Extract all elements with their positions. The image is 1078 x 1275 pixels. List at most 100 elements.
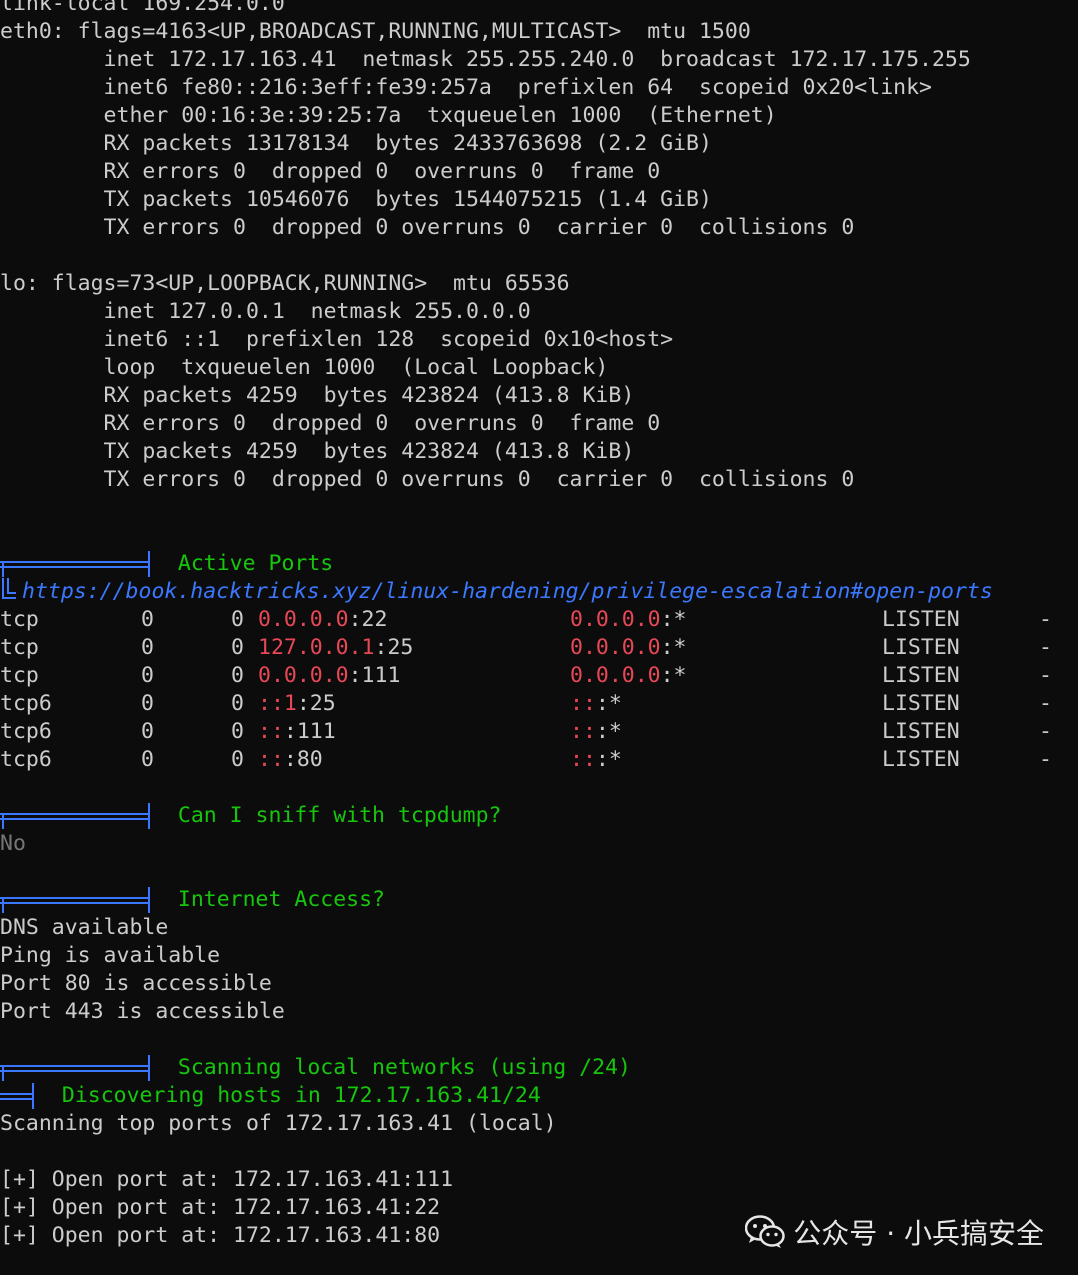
terminal-line: RX errors 0 dropped 0 overruns 0 frame 0 <box>0 411 661 436</box>
port-proto: tcp <box>0 635 39 660</box>
section-bar-icon <box>0 551 152 577</box>
terminal-line: ether 00:16:3e:39:25:7a txqueuelen 1000 … <box>0 103 777 128</box>
terminal-line: RX packets 13178134 bytes 2433763698 (2.… <box>0 131 712 156</box>
terminal-line: TX errors 0 dropped 0 overruns 0 carrier… <box>0 215 855 240</box>
port-pid: - <box>1039 607 1052 632</box>
terminal-line: RX errors 0 dropped 0 overruns 0 frame 0 <box>0 159 661 184</box>
terminal-line: Port 80 is accessible <box>0 971 272 996</box>
port-pid: - <box>1039 719 1052 744</box>
port-foreign-port: :* <box>660 635 687 660</box>
subsection-title: Discovering hosts in 172.17.163.41/24 <box>61 1083 541 1108</box>
port-local-host-addr: 0.0.0.0 <box>258 663 349 688</box>
port-row: tcp 0 0 0.0.0.0:22 0.0.0.0:* LISTEN - <box>0 606 1078 634</box>
port-local-port: :22 <box>348 607 388 632</box>
terminal-line: loop txqueuelen 1000 (Local Loopback) <box>0 355 609 380</box>
port-foreign-host: :::* <box>570 690 622 718</box>
port-row: tcp6 0 0:::80:::* LISTEN - <box>0 746 1078 774</box>
terminal-line: TX packets 10546076 bytes 1544075215 (1.… <box>0 187 712 212</box>
terminal-line: inet 172.17.163.41 netmask 255.255.240.0… <box>0 47 971 72</box>
watermark: 公众号 · 小兵搞安全 <box>745 1212 1044 1252</box>
hacktricks-link[interactable]: https://book.hacktricks.xyz/linux-harden… <box>22 579 993 604</box>
section-header-sniff: Can I sniff with tcpdump? <box>0 802 1078 830</box>
port-recvq: 0 <box>141 691 154 716</box>
port-proto: tcp <box>0 607 39 632</box>
port-sendq: 0 <box>231 691 244 716</box>
port-local-host: :::111 <box>258 718 336 746</box>
port-foreign-host: 0.0.0.0:* <box>570 606 687 634</box>
port-sendq: 0 <box>231 747 244 772</box>
subsection-bar-icon <box>0 1083 36 1109</box>
terminal-line: Ping is available <box>0 943 221 968</box>
port-sendq: 0 <box>231 719 244 744</box>
section-link-line: https://book.hacktricks.xyz/linux-harden… <box>0 578 1078 606</box>
port-local-port: :80 <box>283 747 323 772</box>
port-local-host: ::1:25 <box>258 690 336 718</box>
port-foreign-host: 0.0.0.0:* <box>570 634 687 662</box>
section-title: Can I sniff with tcpdump? <box>177 803 502 828</box>
terminal-line: inet6 ::1 prefixlen 128 scopeid 0x10<hos… <box>0 327 674 352</box>
terminal-line: inet6 fe80::216:3eff:fe39:257a prefixlen… <box>0 75 932 100</box>
terminal-line: eth0: flags=4163<UP,BROADCAST,RUNNING,MU… <box>0 19 751 44</box>
port-local-host: 0.0.0.0:111 <box>258 662 400 690</box>
port-local-host-addr: :: <box>258 747 284 772</box>
section-bar-icon <box>0 887 152 913</box>
port-foreign-port: :* <box>660 607 687 632</box>
port-local-host: 127.0.0.1:25 <box>258 634 413 662</box>
terminal-line: TX packets 4259 bytes 423824 (413.8 KiB) <box>0 439 635 464</box>
port-local-host-addr: :: <box>258 719 284 744</box>
port-foreign-port: :* <box>595 747 622 772</box>
port-recvq: 0 <box>141 747 154 772</box>
section-header-active-ports: Active Ports <box>0 550 1078 578</box>
port-foreign-host: 0.0.0.0:* <box>570 662 687 690</box>
port-pid: - <box>1039 663 1052 688</box>
port-row: tcp 0 0 127.0.0.1:25 0.0.0.0:* LISTEN - <box>0 634 1078 662</box>
section-bar-icon <box>0 803 152 829</box>
terminal-line: DNS available <box>0 915 169 940</box>
port-sendq: 0 <box>231 635 244 660</box>
port-foreign-host: :::* <box>570 746 622 774</box>
port-local-port: :25 <box>374 635 414 660</box>
port-local-port: :111 <box>348 663 401 688</box>
port-state: LISTEN <box>882 663 960 688</box>
port-state: LISTEN <box>882 635 960 660</box>
port-local-host: :::80 <box>258 746 323 774</box>
port-foreign-host-addr: :: <box>570 719 596 744</box>
subsection-header-discover: Discovering hosts in 172.17.163.41/24 <box>0 1082 1078 1110</box>
ports-table: tcp 0 0 0.0.0.0:22 0.0.0.0:* LISTEN - tcp 0 0 127.… <box>0 606 1078 774</box>
terminal-line: [+] Open port at: 172.17.163.41:111 <box>0 1167 454 1192</box>
port-foreign-host-addr: :: <box>570 691 596 716</box>
section-title: Active Ports <box>177 551 334 576</box>
terminal-line: lo: flags=73<UP,LOOPBACK,RUNNING> mtu 65… <box>0 271 570 296</box>
port-row: tcp6 0 0:::111:::* LISTEN - <box>0 718 1078 746</box>
port-foreign-host-addr: 0.0.0.0 <box>570 663 661 688</box>
wechat-icon <box>745 1215 786 1249</box>
port-proto: tcp <box>0 663 39 688</box>
terminal-line: Port 443 is accessible <box>0 999 285 1024</box>
port-local-host-addr: 0.0.0.0 <box>258 607 349 632</box>
port-row: tcp 0 0 0.0.0.0:111 0.0.0.0:* LISTEN - <box>0 662 1078 690</box>
port-foreign-host: :::* <box>570 718 622 746</box>
port-recvq: 0 <box>141 607 154 632</box>
port-foreign-host-addr: :: <box>570 747 596 772</box>
port-proto: tcp6 <box>0 719 52 744</box>
terminal-line: inet 127.0.0.1 netmask 255.0.0.0 <box>0 299 531 324</box>
port-pid: - <box>1039 691 1052 716</box>
port-state: LISTEN <box>882 747 960 772</box>
section-title: Scanning local networks (using /24) <box>177 1055 631 1080</box>
port-state: LISTEN <box>882 691 960 716</box>
port-foreign-host-addr: 0.0.0.0 <box>570 635 661 660</box>
section-header-scan: Scanning local networks (using /24) <box>0 1054 1078 1082</box>
terminal-line: TX errors 0 dropped 0 overruns 0 carrier… <box>0 467 855 492</box>
port-proto: tcp6 <box>0 747 52 772</box>
terminal-line: RX packets 4259 bytes 423824 (413.8 KiB) <box>0 383 635 408</box>
port-local-port: :111 <box>283 719 336 744</box>
corner-bracket-icon <box>0 578 22 606</box>
terminal-line: link-local 169.254.0.0 <box>0 0 285 16</box>
port-sendq: 0 <box>231 607 244 632</box>
